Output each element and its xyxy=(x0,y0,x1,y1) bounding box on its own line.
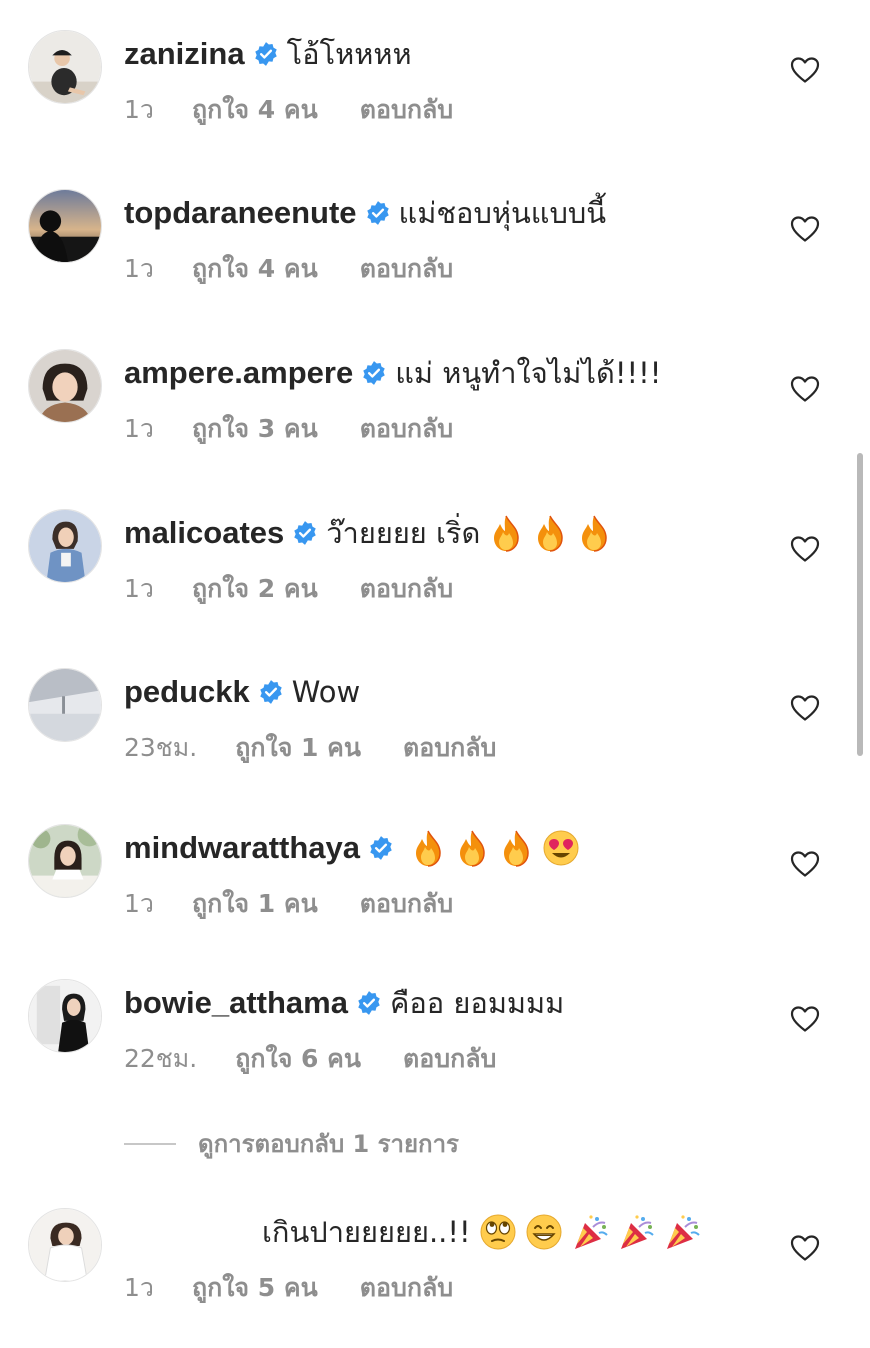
verified-badge-icon xyxy=(260,680,282,704)
party-popper-emoji-icon xyxy=(663,1213,701,1251)
comment: zanizina โอ้โหหหห 1ว ถูกใจ 4 คน ตอบกลับ xyxy=(0,30,870,170)
reply-button[interactable]: ตอบกลับ xyxy=(360,569,453,609)
short-hair-avatar xyxy=(29,350,101,422)
like-heart-icon[interactable] xyxy=(790,850,820,878)
like-heart-icon[interactable] xyxy=(790,215,820,243)
verified-badge-icon xyxy=(358,991,380,1015)
fire-emoji-icon xyxy=(498,829,534,867)
reply-button[interactable]: ตอบกลับ xyxy=(403,1039,496,1079)
comment-time: 1ว xyxy=(124,574,154,603)
comment-text: แม่ชอบหุ่นแบบนี้ xyxy=(398,196,607,230)
comment: mindwaratthaya 1ว ถูกใจ 1 คน ตอบกลับ xyxy=(0,824,870,964)
like-count[interactable]: ถูกใจ 2 คน xyxy=(192,569,318,609)
reply-button[interactable]: ตอบกลับ xyxy=(403,728,496,768)
comment: ampere.ampere แม่ หนูทำใจไม่ได้!!!! 1ว ถ… xyxy=(0,349,870,489)
comment-time: 1ว xyxy=(124,889,154,918)
comment-time: 1ว xyxy=(124,95,154,124)
like-heart-icon[interactable] xyxy=(790,535,820,563)
comment-text: Wow xyxy=(291,675,361,709)
like-count[interactable]: ถูกใจ 6 คน xyxy=(235,1039,361,1079)
avatar[interactable] xyxy=(28,189,102,263)
username[interactable]: mindwaratthaya xyxy=(124,830,360,866)
avatar[interactable] xyxy=(28,668,102,742)
like-heart-icon[interactable] xyxy=(790,56,820,84)
avatar[interactable] xyxy=(28,1208,102,1282)
mirror-girl-avatar xyxy=(29,980,101,1052)
comment-time: 1ว xyxy=(124,414,154,443)
reply-button[interactable]: ตอบกลับ xyxy=(360,1268,453,1308)
like-count[interactable]: ถูกใจ 4 คน xyxy=(192,249,318,289)
reply-button[interactable]: ตอบกลับ xyxy=(360,90,453,130)
comment-time: 1ว xyxy=(124,1273,154,1302)
denim-girl-avatar xyxy=(29,510,101,582)
verified-badge-icon xyxy=(370,836,392,860)
like-count[interactable]: ถูกใจ 4 คน xyxy=(192,90,318,130)
username[interactable]: malicoates xyxy=(124,515,284,551)
comment-text: เกินปายยยยย..!! xyxy=(262,1215,471,1249)
comment: malicoates ว๊ายยยย เริ่ด 1ว ถูกใจ 2 คน ต… xyxy=(0,509,870,649)
verified-badge-icon xyxy=(366,201,389,225)
rolling-eyes-emoji-icon xyxy=(479,1213,517,1251)
table-girl-avatar xyxy=(29,825,101,897)
comment-text: ว๊ายยยย เริ่ด xyxy=(326,516,481,550)
comment: peduckk Wow 23ชม. ถูกใจ 1 คน ตอบกลับ xyxy=(0,668,870,808)
avatar[interactable] xyxy=(28,349,102,423)
comment: bowie_atthama คืออ ยอมมมม 22ชม. ถูกใจ 6 … xyxy=(0,979,870,1119)
reply-button[interactable]: ตอบกลับ xyxy=(360,249,453,289)
verified-badge-icon xyxy=(294,521,316,545)
comment-time: 23ชม. xyxy=(124,733,198,762)
party-popper-emoji-icon xyxy=(617,1213,655,1251)
username[interactable]: topdaraneenute xyxy=(124,195,357,231)
heart-eyes-emoji-icon xyxy=(542,829,580,867)
comment-time: 1ว xyxy=(124,254,154,283)
comment-text: แม่ หนูทำใจไม่ได้!!!! xyxy=(395,356,662,390)
divider xyxy=(124,1142,176,1145)
verified-badge-icon xyxy=(254,42,277,66)
grey-room-avatar xyxy=(29,669,101,741)
comment-text: โอ้โหหหห xyxy=(286,37,412,71)
white-dress-avatar xyxy=(29,1209,101,1281)
comment-text: คืออ ยอมมมม xyxy=(389,986,565,1020)
view-replies-link[interactable]: ดูการตอบกลับ 1 รายการ xyxy=(124,1124,459,1163)
username[interactable]: ampere.ampere xyxy=(124,355,353,391)
like-heart-icon[interactable] xyxy=(790,694,820,722)
grin-emoji-icon xyxy=(525,1213,563,1251)
username[interactable]: bowie_atthama xyxy=(124,985,348,1021)
view-replies-label: ดูการตอบกลับ 1 รายการ xyxy=(198,1130,459,1158)
avatar[interactable] xyxy=(28,824,102,898)
avatar[interactable] xyxy=(28,979,102,1053)
fire-emoji-icon xyxy=(454,829,490,867)
comment: เกินปายยยยย..!! 1ว ถูกใจ 5 คน ตอบกลับ xyxy=(0,1208,870,1348)
reply-button[interactable]: ตอบกลับ xyxy=(360,884,453,924)
like-heart-icon[interactable] xyxy=(790,1234,820,1262)
fire-emoji-icon xyxy=(576,514,612,552)
verified-badge-icon xyxy=(363,361,385,385)
avatar[interactable] xyxy=(28,509,102,583)
like-heart-icon[interactable] xyxy=(790,1005,820,1033)
scrollbar[interactable] xyxy=(857,453,863,756)
like-count[interactable]: ถูกใจ 3 คน xyxy=(192,409,318,449)
username[interactable]: peduckk xyxy=(124,674,250,710)
comment-time: 22ชม. xyxy=(124,1044,198,1073)
girl-cap-avatar xyxy=(29,31,101,103)
sunset-silhouette-avatar xyxy=(29,190,101,262)
like-count[interactable]: ถูกใจ 5 คน xyxy=(192,1268,318,1308)
comment: topdaraneenute แม่ชอบหุ่นแบบนี้ 1ว ถูกใจ… xyxy=(0,189,870,329)
reply-button[interactable]: ตอบกลับ xyxy=(360,409,453,449)
fire-emoji-icon xyxy=(410,829,446,867)
avatar[interactable] xyxy=(28,30,102,104)
like-count[interactable]: ถูกใจ 1 คน xyxy=(192,884,318,924)
obscured-username xyxy=(124,1234,214,1242)
like-heart-icon[interactable] xyxy=(790,375,820,403)
like-count[interactable]: ถูกใจ 1 คน xyxy=(235,728,361,768)
username[interactable]: zanizina xyxy=(124,36,245,72)
fire-emoji-icon xyxy=(532,514,568,552)
fire-emoji-icon xyxy=(488,514,524,552)
party-popper-emoji-icon xyxy=(571,1213,609,1251)
